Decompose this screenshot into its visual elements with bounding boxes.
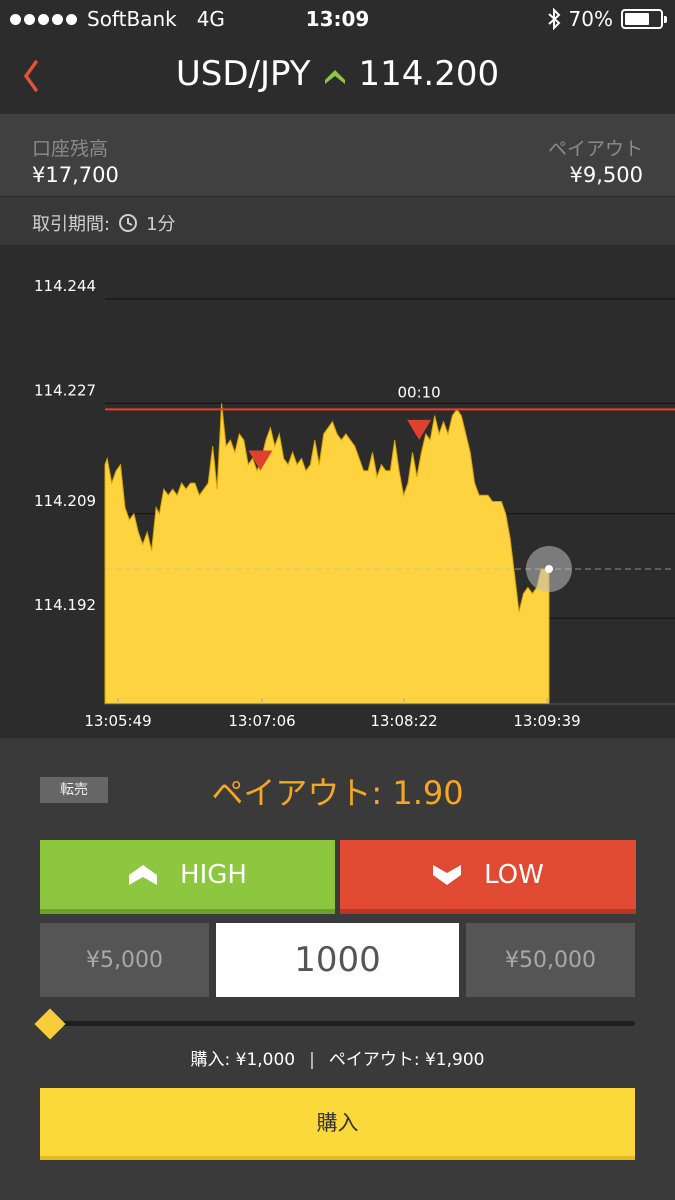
current-price: 114.200 xyxy=(358,54,500,94)
high-label: HIGH xyxy=(180,859,247,890)
payout-value: ¥9,500 xyxy=(569,163,643,187)
trade-period-label: 取引期間: xyxy=(32,214,111,235)
x-tick-label: 13:09:39 xyxy=(513,712,580,730)
trade-period-value: 1分 xyxy=(146,214,176,235)
balance-value: ¥17,700 xyxy=(32,163,119,187)
summary-separator: | xyxy=(309,1050,315,1070)
y-tick-label: 114.192 xyxy=(34,596,96,614)
trade-period-bar: 取引期間: 1分 xyxy=(0,196,675,246)
battery-icon xyxy=(621,9,667,29)
amount-slider-handle[interactable] xyxy=(34,1008,66,1040)
low-button[interactable]: LOW xyxy=(340,840,636,914)
balance-block: 口座残高 ¥17,700 xyxy=(32,134,119,187)
price-chart[interactable]: 114.244 114.227 114.209 114.192 00:10 13:05:4… xyxy=(0,246,675,738)
current-rate-dot xyxy=(545,564,553,573)
buy-button[interactable]: 購入 xyxy=(40,1088,635,1160)
trade-panel: 転売 ペイアウト: 1.90 HIGH LOW ¥5,000 ¥50,000 購… xyxy=(0,738,675,1200)
y-tick-label: 114.209 xyxy=(34,492,96,510)
y-tick-label: 114.227 xyxy=(34,381,96,399)
min-amount-button[interactable]: ¥5,000 xyxy=(40,923,209,997)
status-bar: SoftBank 4G 13:09 70% xyxy=(0,0,675,38)
x-tick-label: 13:07:06 xyxy=(228,712,295,730)
up-arrow-icon xyxy=(324,70,345,84)
account-summary: 口座残高 ¥17,700 ペイアウト ¥9,500 xyxy=(0,114,675,196)
page-title: USD/JPY 114.200 xyxy=(0,54,675,94)
price-area xyxy=(104,403,550,705)
y-tick-label: 114.244 xyxy=(34,277,96,295)
bluetooth-icon xyxy=(547,8,560,30)
max-amount-button[interactable]: ¥50,000 xyxy=(466,923,635,997)
up-arrow-icon xyxy=(129,864,158,885)
low-label: LOW xyxy=(484,859,544,890)
high-button[interactable]: HIGH xyxy=(40,840,335,914)
payout-label: ペイアウト xyxy=(547,138,643,160)
purchase-amount-text: 購入: ¥1,000 xyxy=(190,1050,296,1070)
payout-block: ペイアウト ¥9,500 xyxy=(548,134,643,187)
countdown-label: 00:10 xyxy=(398,383,441,401)
down-arrow-icon xyxy=(433,864,462,885)
balance-label: 口座残高 xyxy=(32,138,109,160)
purchase-summary: 購入: ¥1,000 | ペイアウト: ¥1,900 xyxy=(0,1045,675,1070)
battery-percentage: 70% xyxy=(568,7,613,31)
amount-slider-track[interactable] xyxy=(48,1021,635,1026)
payout-amount-text: ペイアウト: ¥1,900 xyxy=(328,1050,485,1070)
nav-header: USD/JPY 114.200 xyxy=(0,38,675,114)
price-chart-svg: 114.244 114.227 114.209 114.192 00:10 13:05:4… xyxy=(34,277,675,730)
x-tick-label: 13:08:22 xyxy=(370,712,437,730)
currency-pair: USD/JPY xyxy=(175,54,311,94)
x-tick-label: 13:05:49 xyxy=(84,712,151,730)
amount-input[interactable] xyxy=(216,923,459,997)
status-right: 70% xyxy=(547,7,667,31)
payout-rate: ペイアウト: 1.90 xyxy=(211,774,464,812)
clock-icon xyxy=(119,214,138,232)
